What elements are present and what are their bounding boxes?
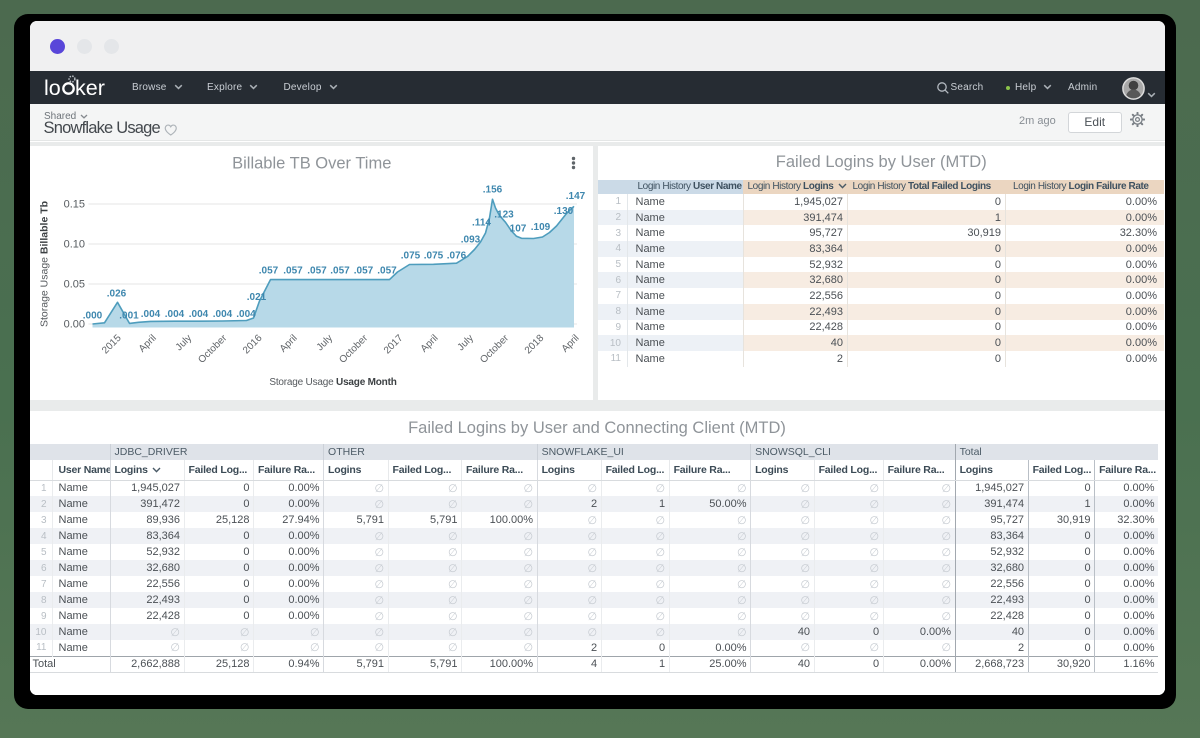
svg-text:2018: 2018 xyxy=(522,333,546,357)
svg-text:.004: .004 xyxy=(164,309,184,320)
svg-text:.156: .156 xyxy=(482,185,502,196)
svg-text:July: July xyxy=(314,333,334,353)
svg-text:Storage Usage Billable Tb: Storage Usage Billable Tb xyxy=(38,201,50,327)
svg-text:.076: .076 xyxy=(446,251,466,262)
svg-text:.109: .109 xyxy=(530,222,550,233)
svg-text:.130: .130 xyxy=(553,206,573,217)
svg-text:April: April xyxy=(136,333,158,355)
svg-text:.075: .075 xyxy=(400,251,420,262)
svg-text:.026: .026 xyxy=(106,289,126,300)
svg-text:.057: .057 xyxy=(258,266,278,277)
svg-text:.147: .147 xyxy=(565,191,585,202)
svg-text:0.10: 0.10 xyxy=(63,239,84,251)
svg-text:.057: .057 xyxy=(353,266,373,277)
svg-text:July: July xyxy=(173,333,193,353)
svg-text:0.15: 0.15 xyxy=(63,199,84,211)
svg-text:October: October xyxy=(337,332,370,365)
svg-text:July: July xyxy=(455,333,475,353)
svg-text:lo: lo xyxy=(44,76,61,100)
svg-text:.004: .004 xyxy=(236,309,256,320)
svg-text:.057: .057 xyxy=(330,266,350,277)
svg-text:.021: .021 xyxy=(246,292,266,303)
svg-text:.000: .000 xyxy=(82,311,102,322)
svg-text:.114: .114 xyxy=(472,217,491,228)
svg-text:2015: 2015 xyxy=(100,333,124,357)
svg-text:107: 107 xyxy=(509,224,526,235)
svg-text:.093: .093 xyxy=(460,235,480,246)
svg-text:October: October xyxy=(478,332,511,365)
svg-text:.004: .004 xyxy=(188,309,208,320)
svg-text:2016: 2016 xyxy=(241,333,265,357)
svg-text:April: April xyxy=(277,333,299,355)
svg-text:0.05: 0.05 xyxy=(63,279,84,291)
svg-text:2017: 2017 xyxy=(381,333,405,357)
svg-text:April: April xyxy=(418,333,440,355)
svg-text:.057: .057 xyxy=(377,266,397,277)
svg-text:ker: ker xyxy=(75,76,105,100)
svg-text:April: April xyxy=(559,333,581,355)
svg-text:.075: .075 xyxy=(423,251,443,262)
svg-text:.123: .123 xyxy=(494,209,514,220)
svg-text:Billable TB Over Time: Billable TB Over Time xyxy=(232,155,391,173)
svg-text:.004: .004 xyxy=(212,309,232,320)
svg-text:.057: .057 xyxy=(283,266,303,277)
svg-text:.004: .004 xyxy=(140,309,160,320)
svg-text:.057: .057 xyxy=(307,266,327,277)
svg-text:October: October xyxy=(196,332,229,365)
svg-text:Storage Usage Usage Month: Storage Usage Usage Month xyxy=(269,377,396,388)
svg-text:.001: .001 xyxy=(119,311,139,322)
